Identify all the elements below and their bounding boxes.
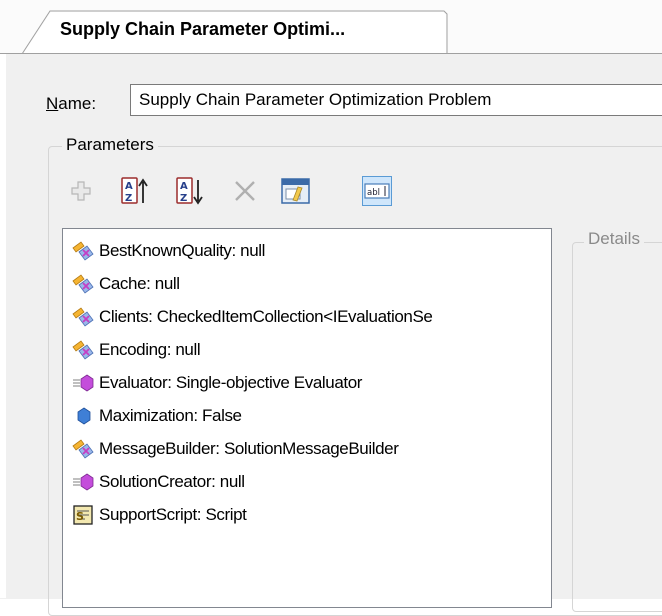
lookup-parameter-icon	[71, 338, 97, 362]
value-parameter-icon	[71, 371, 97, 395]
tree-item-label: Maximization: False	[99, 406, 242, 425]
plus-icon	[71, 181, 91, 201]
remove-button[interactable]	[230, 176, 260, 206]
tree-item-label: MessageBuilder: SolutionMessageBuilder	[99, 439, 399, 458]
panel-left-edge	[0, 54, 6, 598]
tree-item-label: BestKnownQuality: null	[99, 241, 266, 260]
tree-item[interactable]: Clients: CheckedItemCollection<IEvaluati…	[71, 302, 433, 332]
parameters-tree[interactable]: BestKnownQuality: null Cache: null Clien…	[62, 228, 552, 608]
rename-button[interactable]: abl	[362, 176, 392, 206]
svg-text:S: S	[76, 510, 84, 523]
value-parameter-icon	[71, 470, 97, 494]
sort-descending-button[interactable]: A Z	[175, 176, 205, 206]
svg-text:Z: Z	[180, 193, 187, 204]
script-icon: S	[71, 503, 97, 527]
lookup-parameter-icon	[71, 272, 97, 296]
add-button[interactable]	[66, 176, 96, 206]
tree-item-label: Encoding: null	[99, 340, 201, 359]
lookup-parameter-icon	[71, 437, 97, 461]
parameters-group-title: Parameters	[62, 135, 158, 155]
lookup-parameter-icon	[71, 305, 97, 329]
show-hidden-button[interactable]	[281, 176, 311, 206]
name-label: Name:	[46, 94, 97, 113]
tree-item[interactable]: Evaluator: Single-objective Evaluator	[71, 368, 362, 398]
sort-az-ascending-icon: A Z	[121, 177, 148, 204]
tree-item[interactable]: MessageBuilder: SolutionMessageBuilder	[71, 434, 399, 464]
tree-item[interactable]: Encoding: null	[71, 335, 201, 365]
tree-item[interactable]: Cache: null	[71, 269, 180, 299]
tree-item-label: Clients: CheckedItemCollection<IEvaluati…	[99, 307, 433, 326]
svg-text:abl: abl	[367, 188, 380, 198]
sort-ascending-button[interactable]: A Z	[120, 176, 150, 206]
properties-icon	[281, 178, 310, 204]
x-icon	[235, 181, 255, 201]
lookup-parameter-icon	[71, 239, 97, 263]
tree-item-label: Cache: null	[99, 274, 180, 293]
tab-strip: Supply Chain Parameter Optimi...	[0, 0, 662, 55]
tree-item-label: SolutionCreator: null	[99, 472, 245, 491]
text-field-icon: abl	[364, 183, 390, 199]
tree-item[interactable]: S SupportScript: Script	[71, 500, 247, 530]
name-input[interactable]: Supply Chain Parameter Optimization Prob…	[130, 84, 662, 116]
tab-problem[interactable]: Supply Chain Parameter Optimi...	[60, 19, 345, 40]
tree-item[interactable]: Maximization: False	[71, 401, 242, 431]
tree-item[interactable]: SolutionCreator: null	[71, 467, 245, 497]
tree-item[interactable]: BestKnownQuality: null	[71, 236, 265, 266]
svg-text:A: A	[180, 181, 188, 192]
fixed-value-icon	[71, 404, 97, 428]
tree-item-label: Evaluator: Single-objective Evaluator	[99, 373, 363, 392]
svg-text:Z: Z	[125, 193, 132, 204]
tree-item-label: SupportScript: Script	[99, 505, 247, 524]
sort-az-descending-icon: A Z	[176, 177, 203, 205]
details-group-title: Details	[584, 229, 644, 249]
svg-text:A: A	[125, 181, 133, 192]
details-group	[572, 242, 662, 612]
